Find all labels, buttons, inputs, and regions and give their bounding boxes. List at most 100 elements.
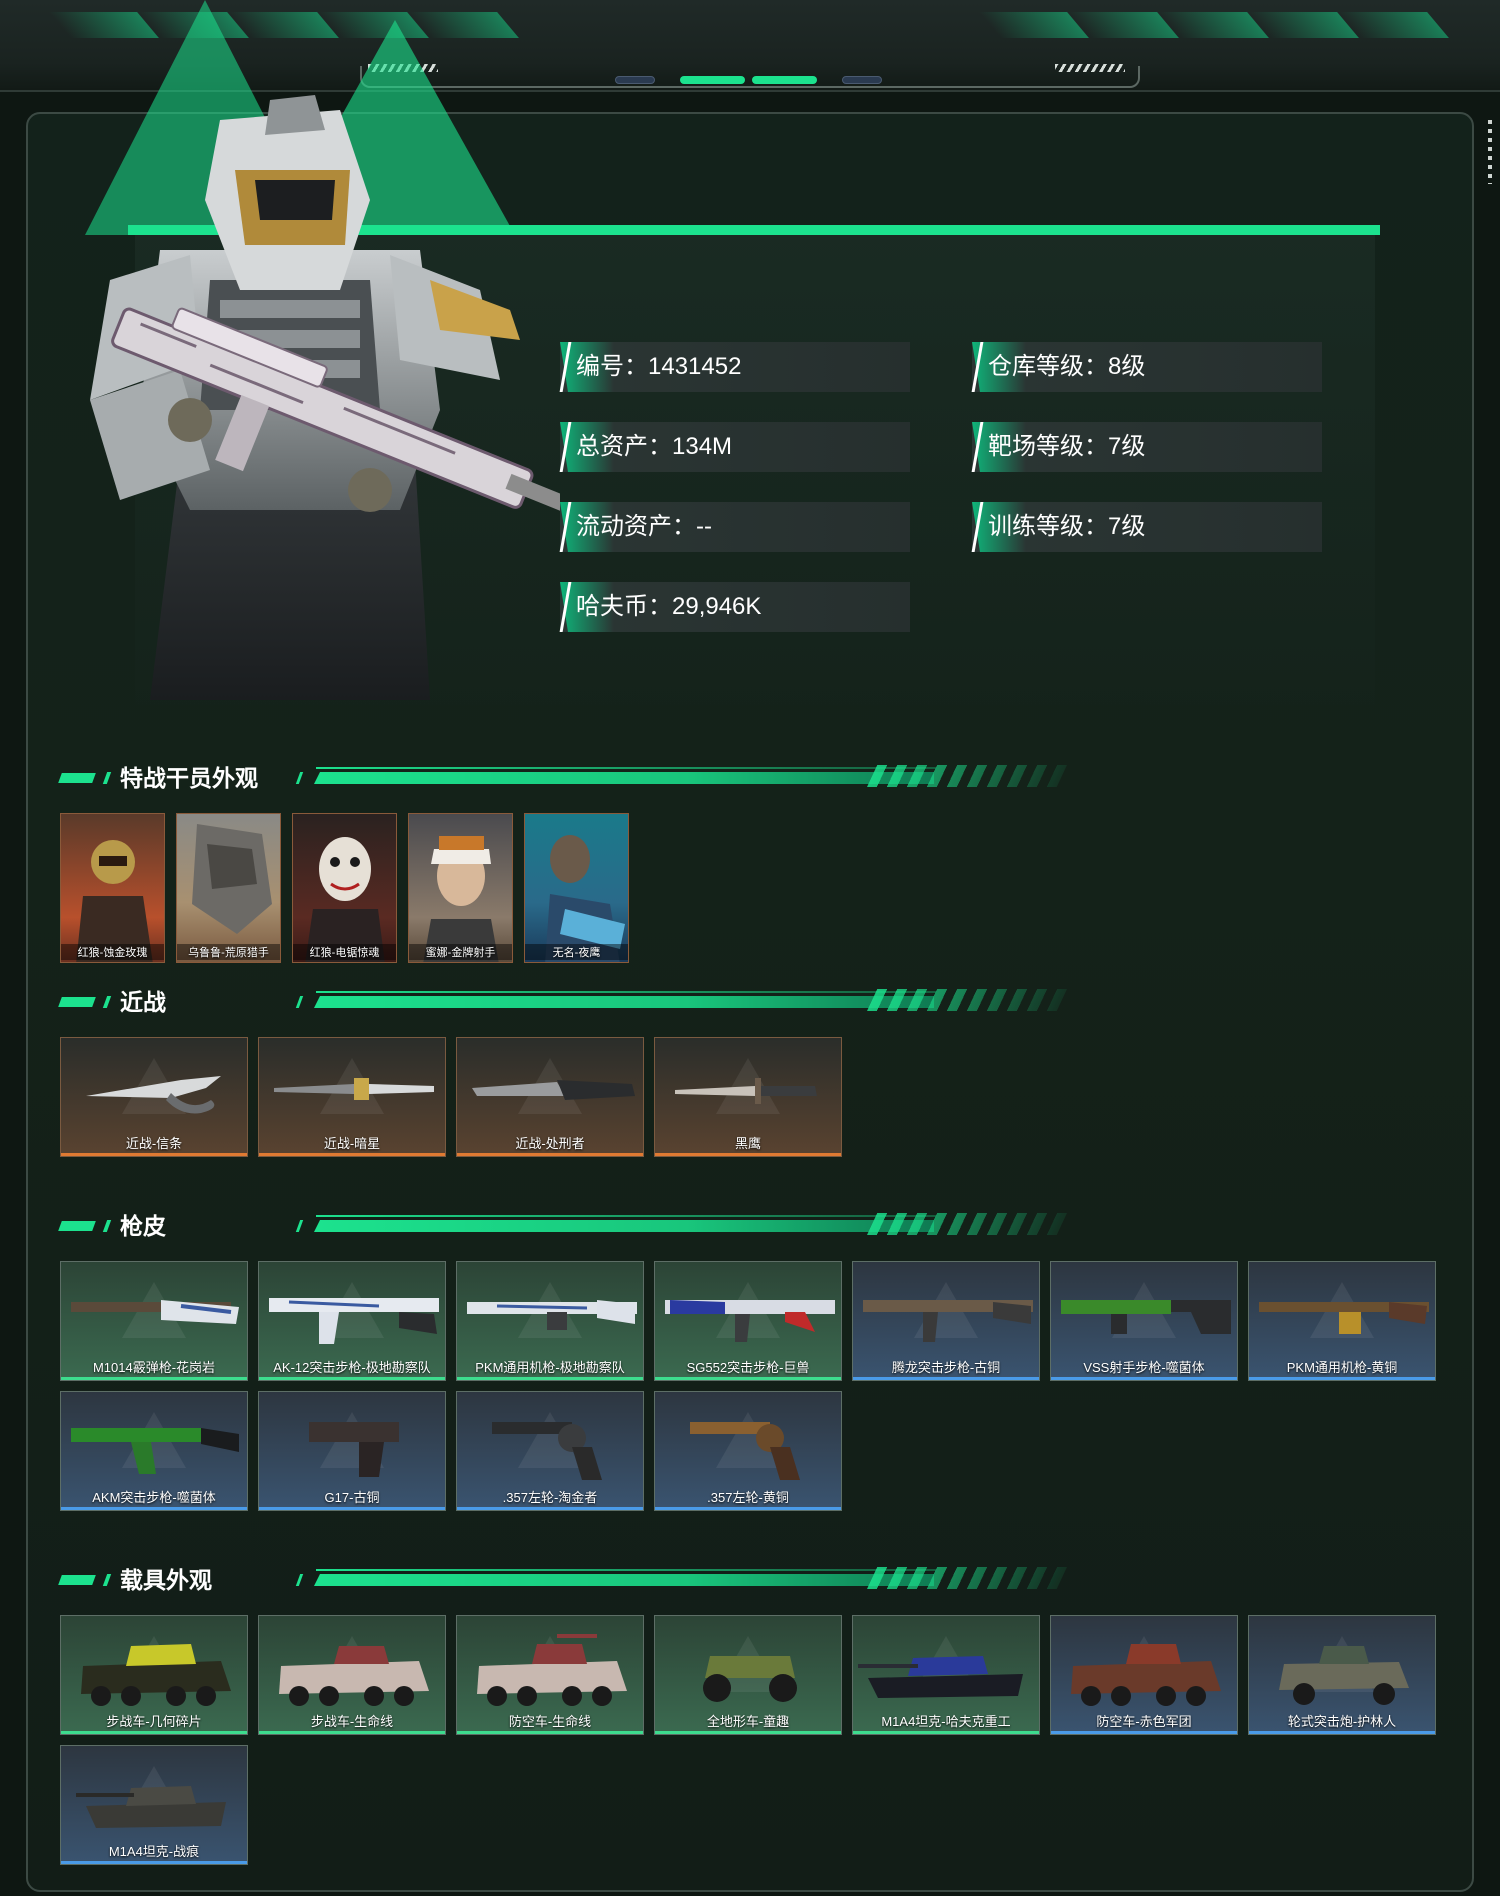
stat-warehouse-level: 仓库等级：8级 <box>971 342 1322 392</box>
stat-text: 流动资产：-- <box>576 513 712 540</box>
vehicle-card[interactable]: 步战车-生命线 <box>258 1615 446 1735</box>
gun-skin-card[interactable]: PKM通用机枪-黄铜 <box>1248 1261 1436 1381</box>
header-pill <box>842 76 882 84</box>
header-pill-active <box>752 76 817 84</box>
melee-card[interactable]: 近战-信条 <box>60 1037 248 1157</box>
vehicle-card[interactable]: 步战车-几何碎片 <box>60 1615 248 1735</box>
stat-edge <box>559 422 572 472</box>
vehicle-name: 步战车-几何碎片 <box>106 1714 202 1729</box>
melee-name: 近战-处刑者 <box>515 1136 585 1151</box>
gun-skin-card[interactable]: AK-12突击步枪-极地勘察队 <box>258 1261 446 1381</box>
section-title: 枪皮 <box>120 1213 166 1239</box>
vehicle-name: M1A4坦克-哈夫克重工 <box>881 1714 1011 1729</box>
section-tick <box>295 996 304 1008</box>
section-tick <box>102 996 112 1008</box>
vehicle-name: 步战车-生命线 <box>310 1714 394 1729</box>
gun-skin-card[interactable]: G17-古铜 <box>258 1391 446 1511</box>
frame-dots <box>1488 120 1492 184</box>
section-line-thin <box>316 1569 936 1571</box>
gun-skin-name: M1014霰弹枪-花岗岩 <box>92 1360 216 1375</box>
vehicle-name: 防空车-赤色军团 <box>1096 1714 1192 1729</box>
gun-skin-name: 腾龙突击步枪-古铜 <box>891 1360 1001 1375</box>
stat-text: 哈夫币：29,946K <box>576 593 762 620</box>
agent-portrait <box>76 840 153 962</box>
agent-name: 红狼-蚀金玫瑰 <box>61 944 164 960</box>
stat-text: 编号：1431452 <box>576 353 742 380</box>
section-header-vehicles: 载具外观 <box>58 1565 1068 1599</box>
agent-card[interactable]: 红狼-蚀金玫瑰 <box>60 813 165 963</box>
section-line <box>314 996 934 1008</box>
section-header-melee: 近战 <box>58 987 1068 1021</box>
melee-card[interactable]: 近战-暗星 <box>258 1037 446 1157</box>
stat-edge <box>971 422 984 472</box>
gun-skin-name: PKM通用机枪-极地勘察队 <box>475 1360 625 1375</box>
vehicle-name: 全地形车-童趣 <box>706 1714 790 1729</box>
stat-edge <box>971 502 984 552</box>
stat-text: 总资产：134M <box>576 433 733 460</box>
gun-skin-name: .357左轮-黄铜 <box>707 1490 789 1505</box>
vehicle-name: 防空车-生命线 <box>508 1714 592 1729</box>
section-checker <box>866 1567 1068 1589</box>
agent-card[interactable]: 蜜娜-金牌射手 <box>408 813 513 963</box>
gun-skin-name: AK-12突击步枪-极地勘察队 <box>273 1360 431 1375</box>
agent-card[interactable]: 乌鲁鲁-荒原猎手 <box>176 813 281 963</box>
gun-skin-card[interactable]: M1014霰弹枪-花岗岩 <box>60 1261 248 1381</box>
gun-skin-card[interactable]: AKM突击步枪-噬菌体 <box>60 1391 248 1511</box>
agent-card[interactable]: 红狼-电锯惊魂 <box>292 813 397 963</box>
section-marker <box>58 1221 96 1231</box>
agent-card[interactable]: 无名-夜鹰 <box>524 813 629 963</box>
agent-name: 红狼-电锯惊魂 <box>293 944 396 960</box>
gun-skin-card[interactable]: .357左轮-黄铜 <box>654 1391 842 1511</box>
header-pill <box>615 76 655 84</box>
section-line <box>314 772 934 784</box>
section-checker <box>866 1213 1068 1235</box>
vehicle-card[interactable]: 轮式突击炮-护林人 <box>1248 1615 1436 1735</box>
melee-name: 黑鹰 <box>734 1136 761 1151</box>
section-header-agents: 特战干员外观 <box>58 763 1068 797</box>
agent-name: 无名-夜鹰 <box>525 944 628 960</box>
melee-card[interactable]: 黑鹰 <box>654 1037 842 1157</box>
stat-text: 训练等级：7级 <box>988 513 1146 540</box>
gun-skin-card[interactable]: .357左轮-淘金者 <box>456 1391 644 1511</box>
gun-skin-name: AKM突击步枪-噬菌体 <box>92 1490 216 1505</box>
section-tick <box>295 1574 304 1586</box>
section-tick <box>295 772 304 784</box>
section-tick <box>102 1574 112 1586</box>
section-title: 近战 <box>120 989 166 1015</box>
agent-portrait <box>545 835 625 962</box>
section-checker <box>866 765 1068 787</box>
vehicle-card[interactable]: M1A4坦克-哈夫克重工 <box>852 1615 1040 1735</box>
melee-name: 近战-信条 <box>125 1136 183 1151</box>
stat-havoc-coins: 哈夫币：29,946K <box>559 582 910 632</box>
section-line-thin <box>316 767 936 769</box>
melee-card[interactable]: 近战-处刑者 <box>456 1037 644 1157</box>
section-tick <box>295 1220 304 1232</box>
header-pill-active <box>680 76 745 84</box>
vehicle-card[interactable]: 防空车-生命线 <box>456 1615 644 1735</box>
agent-portrait <box>305 837 385 962</box>
stat-edge <box>971 342 984 392</box>
stat-edge <box>559 582 572 632</box>
section-marker <box>58 997 96 1007</box>
stat-edge <box>559 502 572 552</box>
vehicle-card[interactable]: M1A4坦克-战痕 <box>60 1745 248 1865</box>
gun-skin-card[interactable]: 腾龙突击步枪-古铜 <box>852 1261 1040 1381</box>
stat-text: 靶场等级：7级 <box>988 433 1146 460</box>
gun-skin-card[interactable]: SG552突击步枪-巨兽 <box>654 1261 842 1381</box>
section-line-thin <box>316 991 936 993</box>
vehicle-name: 轮式突击炮-护林人 <box>1287 1714 1397 1729</box>
section-line-thin <box>316 1215 936 1217</box>
gun-skin-card[interactable]: PKM通用机枪-极地勘察队 <box>456 1261 644 1381</box>
gun-skin-name: PKM通用机枪-黄铜 <box>1286 1360 1398 1375</box>
vehicle-card[interactable]: 防空车-赤色军团 <box>1050 1615 1238 1735</box>
section-line <box>314 1220 934 1232</box>
vehicle-name: M1A4坦克-战痕 <box>108 1844 200 1859</box>
section-checker <box>866 989 1068 1011</box>
vehicle-card[interactable]: 全地形车-童趣 <box>654 1615 842 1735</box>
agent-portrait <box>192 824 272 934</box>
agent-name: 乌鲁鲁-荒原猎手 <box>177 944 280 960</box>
stat-text: 仓库等级：8级 <box>988 353 1146 380</box>
gun-skin-card[interactable]: VSS射手步枪-噬菌体 <box>1050 1261 1238 1381</box>
section-header-gun-skins: 枪皮 <box>58 1211 1068 1245</box>
stat-range-level: 靶场等级：7级 <box>971 422 1322 472</box>
